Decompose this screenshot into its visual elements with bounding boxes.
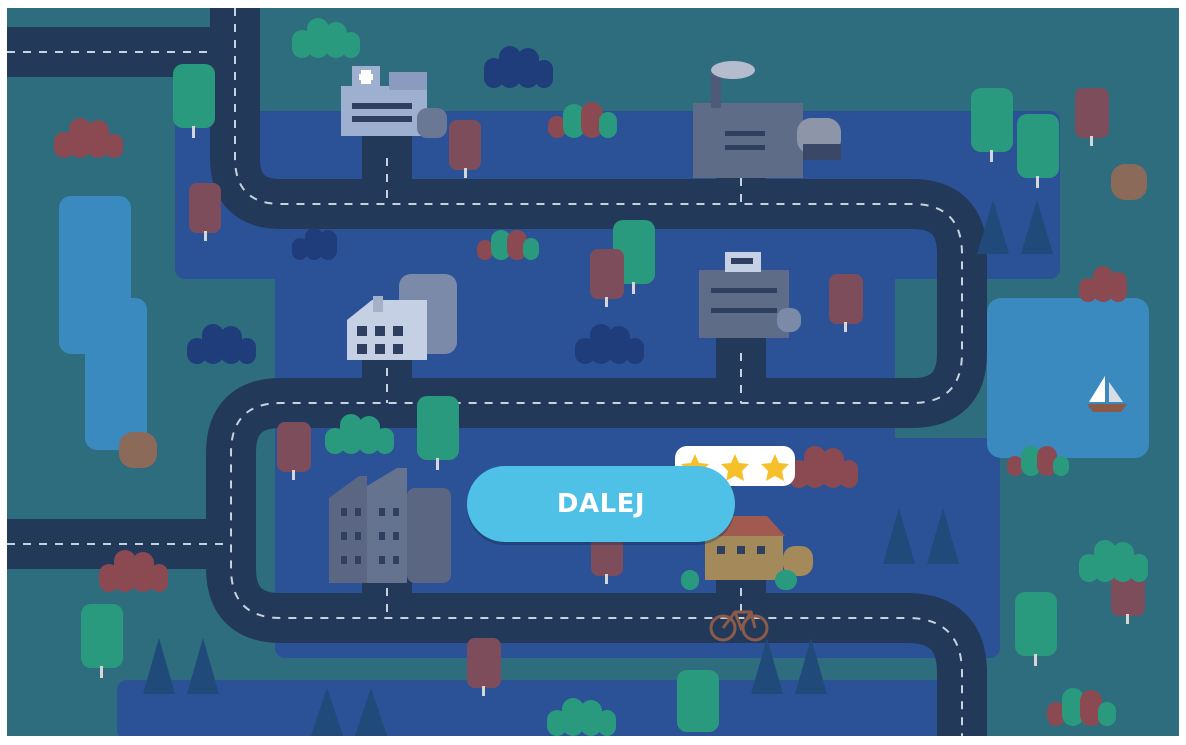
level-map [7, 8, 1179, 736]
right-lake [987, 298, 1149, 458]
next-button[interactable]: DALEJ [467, 466, 735, 542]
